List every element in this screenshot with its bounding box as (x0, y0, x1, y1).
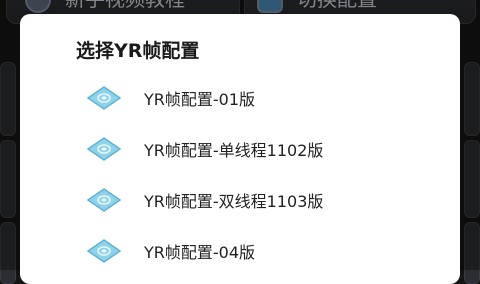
config-option-label: YR帧配置-04版 (144, 243, 256, 262)
config-option-label: YR帧配置-01版 (144, 90, 256, 109)
diamond-icon (86, 137, 122, 161)
config-option-01[interactable]: YR帧配置-01版 (76, 78, 436, 118)
config-option-label: YR帧配置-双线程1103版 (144, 192, 324, 211)
config-option-04[interactable]: YR帧配置-04版 (76, 231, 436, 271)
config-option-label: YR帧配置-单线程1102版 (144, 141, 324, 160)
diamond-icon (86, 188, 122, 212)
diamond-icon (86, 86, 122, 110)
config-select-dialog: 选择YR帧配置 YR帧配置-01版 YR帧配置-单线程1102版 YR帧配置-双… (20, 14, 460, 284)
dialog-title: 选择YR帧配置 (76, 40, 200, 62)
diamond-icon (86, 239, 122, 263)
config-option-single-thread[interactable]: YR帧配置-单线程1102版 (76, 129, 436, 169)
config-option-dual-thread[interactable]: YR帧配置-双线程1103版 (76, 180, 436, 220)
